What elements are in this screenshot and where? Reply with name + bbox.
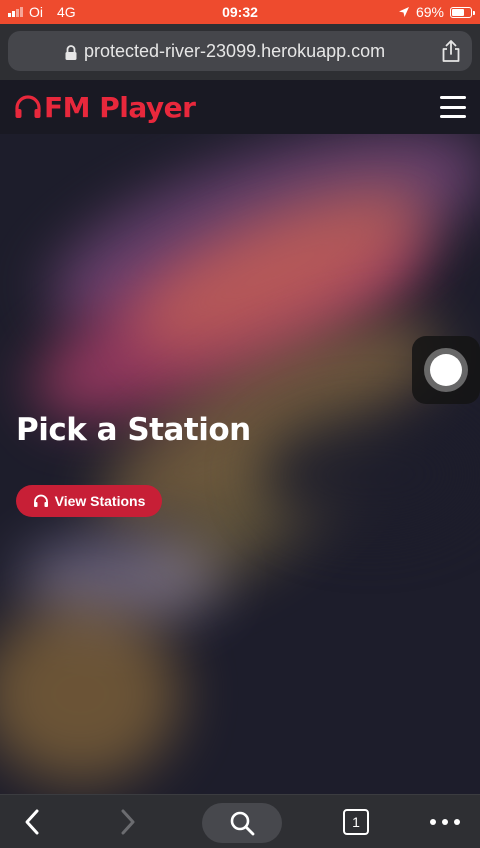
hero-section: Pick a Station View Stations bbox=[0, 134, 480, 794]
forward-button[interactable] bbox=[108, 795, 148, 848]
browser-address-area: protected-river-23099.herokuapp.com bbox=[0, 24, 480, 80]
chevron-left-icon bbox=[25, 809, 39, 835]
lock-icon bbox=[65, 45, 77, 60]
tabs-icon: 1 bbox=[343, 809, 369, 835]
assistive-touch-button[interactable] bbox=[412, 336, 480, 404]
browser-toolbar: 1 bbox=[0, 794, 480, 848]
search-icon bbox=[230, 811, 255, 836]
brand-name: FM Player bbox=[44, 90, 196, 124]
chevron-right-icon bbox=[121, 809, 135, 835]
signal-icon bbox=[8, 7, 23, 17]
battery-level bbox=[452, 8, 465, 16]
headphones-icon bbox=[15, 95, 41, 118]
hero-title: Pick a Station bbox=[16, 412, 251, 448]
brand-logo[interactable]: FM Player bbox=[14, 90, 196, 124]
address-bar[interactable]: protected-river-23099.herokuapp.com bbox=[8, 31, 472, 71]
headphones-icon bbox=[33, 494, 48, 507]
app-navbar: FM Player bbox=[0, 80, 480, 134]
share-icon[interactable] bbox=[440, 39, 462, 63]
status-left: Oi 4G bbox=[8, 4, 168, 20]
battery-percent: 69% bbox=[415, 4, 444, 20]
back-button[interactable] bbox=[12, 795, 52, 848]
status-bar: Oi 4G 09:32 69% bbox=[0, 0, 480, 24]
view-stations-button[interactable]: View Stations bbox=[16, 485, 162, 517]
status-right: 69% bbox=[312, 4, 475, 20]
assistive-touch-dot bbox=[430, 354, 462, 386]
more-dots-icon bbox=[430, 819, 460, 825]
status-time: 09:32 bbox=[222, 4, 258, 20]
more-button[interactable] bbox=[420, 795, 470, 848]
url-text: protected-river-23099.herokuapp.com bbox=[84, 40, 386, 61]
hamburger-menu-icon[interactable] bbox=[440, 96, 466, 118]
carrier-name: Oi bbox=[29, 4, 43, 20]
view-stations-label: View Stations bbox=[54, 493, 146, 509]
battery-icon bbox=[450, 6, 475, 18]
search-button[interactable] bbox=[202, 803, 282, 843]
tabs-button[interactable]: 1 bbox=[336, 795, 376, 848]
network-type: 4G bbox=[57, 4, 76, 20]
location-arrow-icon bbox=[398, 7, 409, 17]
